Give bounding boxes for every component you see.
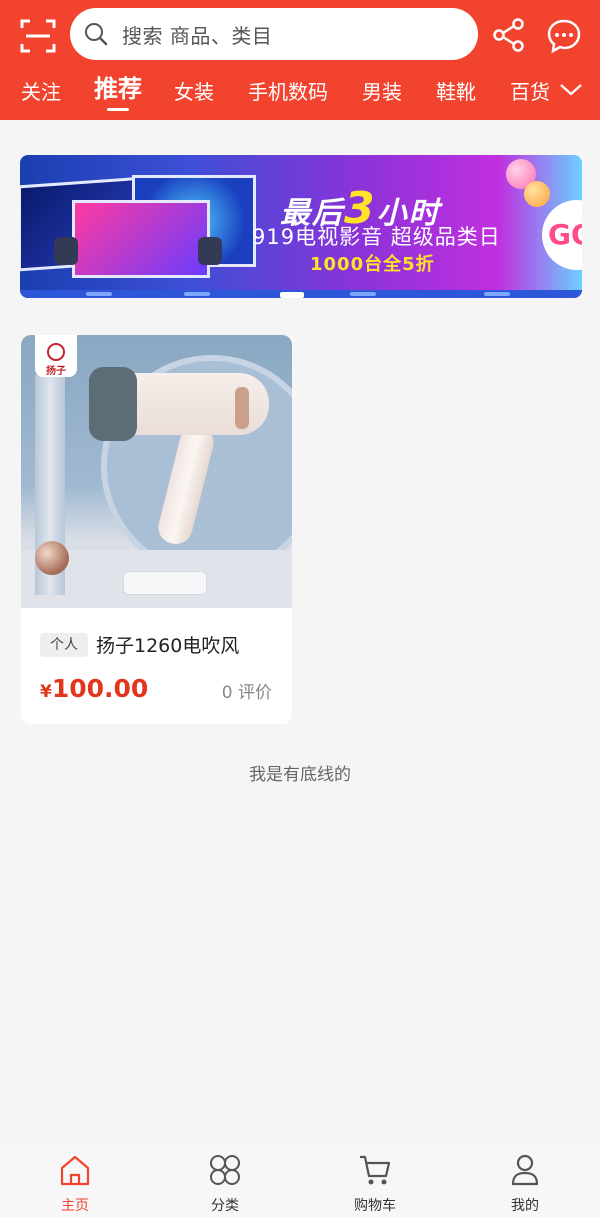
brand-logo: 扬子	[35, 335, 77, 377]
carousel-dot[interactable]	[350, 292, 376, 296]
carousel-indicator	[20, 290, 582, 298]
banner-speaker-image	[54, 237, 78, 265]
carousel-dot-active[interactable]	[280, 292, 304, 298]
search-icon	[85, 23, 108, 46]
end-of-list-text: 我是有底线的	[249, 765, 351, 785]
user-icon	[511, 1154, 539, 1186]
tab-digital[interactable]: 手机数码	[248, 78, 328, 112]
home-icon	[60, 1155, 90, 1186]
share-icon[interactable]	[492, 18, 526, 52]
review-count: 0 评价	[221, 683, 272, 703]
nav-category[interactable]: 分类	[150, 1145, 300, 1217]
cart-icon	[360, 1155, 391, 1185]
promo-banner[interactable]: 最后3小时 919电视影音 超级品类日 1000台全5折 GO	[20, 155, 582, 298]
nav-category-label: 分类	[211, 1198, 239, 1214]
carousel-dot[interactable]	[184, 292, 210, 296]
banner-go-button[interactable]: GO	[542, 200, 582, 270]
banner-speaker-image	[198, 237, 222, 265]
tab-follow[interactable]: 关注	[21, 78, 61, 112]
product-image[interactable]: 扬子	[21, 335, 292, 608]
nav-profile-label: 我的	[511, 1198, 539, 1214]
search-input[interactable]: 搜索 商品、类目	[70, 8, 478, 60]
top-header: 搜索 商品、类目 关注 推荐 女装 手机数码 男装 鞋靴 百货	[0, 0, 600, 120]
chevron-down-icon[interactable]	[558, 80, 584, 100]
nav-profile[interactable]: 我的	[450, 1145, 600, 1217]
tab-womens-clothing[interactable]: 女装	[174, 78, 214, 112]
product-price: ¥100.00	[40, 674, 149, 703]
product-title[interactable]: 扬子1260电吹风	[96, 631, 239, 658]
tab-shoes[interactable]: 鞋靴	[436, 78, 476, 112]
bottom-navigation: 主页 分类 购物车 我的	[0, 1145, 600, 1217]
nav-cart-label: 购物车	[354, 1198, 396, 1214]
banner-subtitle: 919电视影音 超级品类日	[252, 225, 501, 249]
nav-cart[interactable]: 购物车	[300, 1145, 450, 1217]
nav-home[interactable]: 主页	[0, 1145, 150, 1217]
banner-promo: 1000台全5折	[310, 254, 435, 275]
tab-recommend[interactable]: 推荐	[94, 75, 142, 109]
category-icon	[210, 1155, 240, 1185]
nav-home-label: 主页	[61, 1198, 89, 1214]
product-card[interactable]: 扬子 个人 扬子1260电吹风 ¥100.00 0 评价	[21, 335, 292, 724]
scan-icon[interactable]	[20, 18, 56, 54]
balloon-decoration	[524, 181, 550, 207]
search-placeholder: 搜索 商品、类目	[122, 24, 273, 48]
category-tabs: 关注 推荐 女装 手机数码 男装 鞋靴 百货	[0, 72, 550, 118]
seller-type-badge: 个人	[40, 633, 88, 657]
carousel-dot[interactable]	[86, 292, 112, 296]
tab-general-goods[interactable]: 百货	[510, 78, 550, 112]
chat-icon[interactable]	[546, 18, 582, 54]
banner-tv-image	[72, 200, 210, 278]
tab-mens-clothing[interactable]: 男装	[362, 78, 402, 112]
carousel-dot[interactable]	[484, 292, 510, 296]
